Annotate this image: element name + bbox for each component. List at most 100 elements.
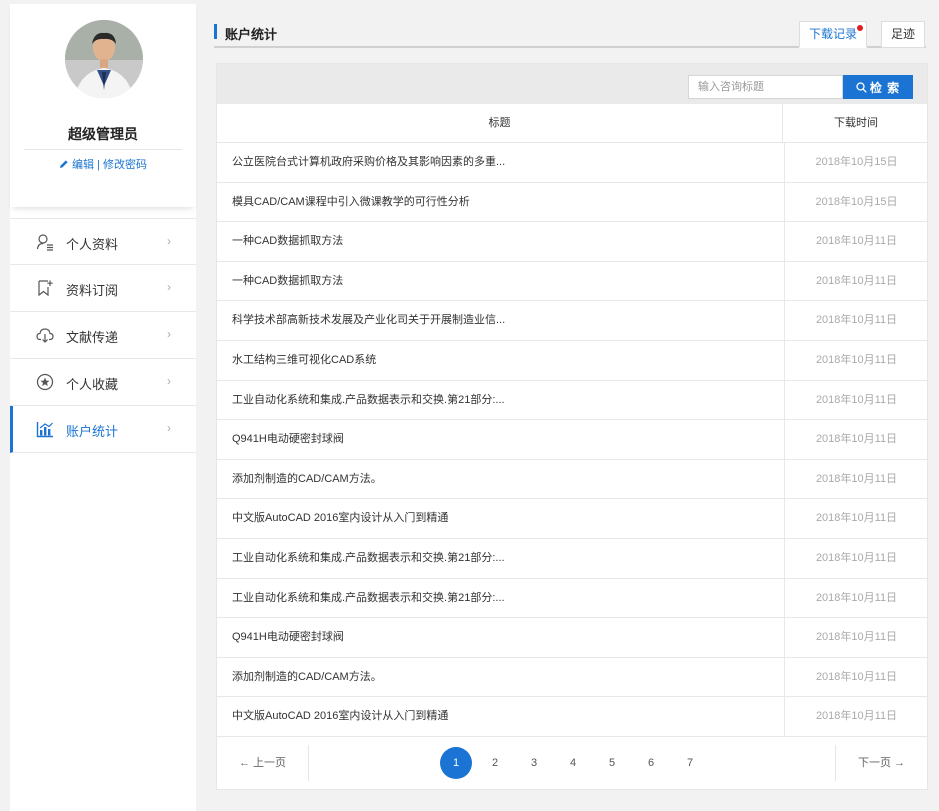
sidebar-item-label: 个人收藏 xyxy=(66,377,119,392)
table-row: 中文版AutoCAD 2016室内设计从入门到精通 2018年10月11日 xyxy=(217,697,927,737)
chevron-right-icon: › xyxy=(167,327,171,341)
sidebar-item-label: 个人资料 xyxy=(66,237,119,252)
bar-chart-icon xyxy=(36,422,53,438)
table-row: 一种CAD数据抓取方法 2018年10月11日 xyxy=(217,222,927,262)
table-header: 标题 下载时间 xyxy=(217,104,927,143)
row-title-link[interactable]: 水工结构三维可视化CAD系统 xyxy=(232,341,772,380)
sidebar-item-personal-info[interactable]: 个人资料 › xyxy=(10,218,196,265)
row-download-time: 2018年10月11日 xyxy=(784,538,928,578)
row-download-time: 2018年10月11日 xyxy=(784,380,928,420)
row-download-time: 2018年10月15日 xyxy=(784,182,928,222)
page-number-4[interactable]: 4 xyxy=(557,747,589,779)
row-title-link[interactable]: 工业自动化系统和集成.产品数据表示和交换.第21部分:... xyxy=(232,579,772,618)
avatar xyxy=(65,20,143,98)
table-row: 添加剂制造的CAD/CAM方法。 2018年10月11日 xyxy=(217,459,928,500)
column-header-download-time: 下载时间 xyxy=(834,117,878,129)
row-title-link[interactable]: 公立医院台式计算机政府采购价格及其影响因素的多重... xyxy=(232,143,772,182)
sidebar-item-account-stats[interactable]: 账户统计 › xyxy=(10,406,196,453)
page-number-7[interactable]: 7 xyxy=(674,747,706,779)
row-download-time: 2018年10月11日 xyxy=(784,261,928,301)
chevron-right-icon: › xyxy=(167,421,171,435)
edit-profile-link[interactable]: 编辑 xyxy=(59,159,94,171)
table-row: 添加剂制造的CAD/CAM方法。 2018年10月11日 xyxy=(217,657,927,698)
table-row: Q941H电动硬密封球阀 2018年10月11日 xyxy=(217,420,927,460)
row-title-link[interactable]: 中文版AutoCAD 2016室内设计从入门到精通 xyxy=(232,499,772,538)
chevron-right-icon: › xyxy=(167,280,171,294)
chevron-right-icon: › xyxy=(167,374,171,388)
next-page-button[interactable]: 下一页 → xyxy=(835,745,927,781)
table-row: 工业自动化系统和集成.产品数据表示和交换.第21部分:... 2018年10月11… xyxy=(217,380,928,421)
search-toolbar: 检 索 xyxy=(217,64,927,104)
page-number-1[interactable]: 1 xyxy=(440,747,472,779)
star-circle-icon xyxy=(36,373,54,391)
table-row: 模具CAD/CAM课程中引入微课教学的可行性分析 2018年10月15日 xyxy=(217,182,928,223)
row-title-link[interactable]: 添加剂制造的CAD/CAM方法。 xyxy=(232,658,772,697)
sidebar-item-label: 文献传递 xyxy=(66,330,119,345)
sidebar-item-document-delivery[interactable]: 文献传递 › xyxy=(10,312,196,359)
pagination: ← 上一页 1234567 下一页 → xyxy=(217,737,927,789)
row-download-time: 2018年10月11日 xyxy=(784,499,928,538)
cloud-download-icon xyxy=(36,328,54,343)
table-row: 工业自动化系统和集成.产品数据表示和交换.第21部分:... 2018年10月11… xyxy=(217,538,928,579)
sidebar-item-label: 账户统计 xyxy=(66,424,119,439)
profile-links: 编辑 | 修改密码 xyxy=(10,156,196,172)
row-title-link[interactable]: 一种CAD数据抓取方法 xyxy=(232,262,772,301)
row-title-link[interactable]: 科学技术部高新技术发展及产业化司关于开展制造业信... xyxy=(232,301,772,340)
profile-name: 超级管理员 xyxy=(68,126,138,142)
table-row: Q941H电动硬密封球阀 2018年10月11日 xyxy=(217,618,927,658)
row-download-time: 2018年10月15日 xyxy=(784,143,928,182)
page-number-3[interactable]: 3 xyxy=(518,747,550,779)
link-separator: | xyxy=(94,159,103,171)
sidebar-item-label: 资料订阅 xyxy=(66,283,119,298)
search-button-label: 检 索 xyxy=(869,80,901,95)
row-title-link[interactable]: 一种CAD数据抓取方法 xyxy=(232,222,772,261)
prev-page-button[interactable]: ← 上一页 xyxy=(217,745,309,781)
row-title-link[interactable]: Q941H电动硬密封球阀 xyxy=(232,420,772,459)
row-download-time: 2018年10月11日 xyxy=(784,697,928,736)
bookmark-plus-icon xyxy=(38,280,53,297)
sidebar: 超级管理员 编辑 | 修改密码 个人资料 › 资料订阅 › 文献传递 › 个人收… xyxy=(10,4,196,811)
page-number-5[interactable]: 5 xyxy=(596,747,628,779)
row-title-link[interactable]: 模具CAD/CAM课程中引入微课教学的可行性分析 xyxy=(232,183,772,222)
search-input[interactable] xyxy=(688,75,843,99)
row-title-link[interactable]: 添加剂制造的CAD/CAM方法。 xyxy=(232,460,772,499)
page-title: 账户统计 xyxy=(225,27,278,42)
tab-label: 足迹 xyxy=(891,27,916,41)
row-download-time: 2018年10月11日 xyxy=(784,618,928,657)
table-row: 一种CAD数据抓取方法 2018年10月11日 xyxy=(217,261,928,302)
tab-download-records[interactable]: 下载记录 xyxy=(799,21,868,48)
tab-footprints[interactable]: 足迹 xyxy=(881,21,926,48)
row-download-time: 2018年10月11日 xyxy=(784,301,928,340)
user-list-icon xyxy=(36,234,53,251)
notification-dot xyxy=(857,25,864,31)
chevron-right-icon: › xyxy=(167,234,171,248)
row-download-time: 2018年10月11日 xyxy=(784,459,928,499)
table-row: 科学技术部高新技术发展及产业化司关于开展制造业信... 2018年10月11日 xyxy=(217,301,927,341)
change-password-link[interactable]: 修改密码 xyxy=(103,159,147,171)
profile-divider xyxy=(24,149,182,150)
table-row: 中文版AutoCAD 2016室内设计从入门到精通 2018年10月11日 xyxy=(217,499,927,539)
row-title-link[interactable]: 中文版AutoCAD 2016室内设计从入门到精通 xyxy=(232,697,772,736)
page-number-2[interactable]: 2 xyxy=(479,747,511,779)
tab-label: 下载记录 xyxy=(809,27,858,41)
sidebar-item-favorites[interactable]: 个人收藏 › xyxy=(10,359,196,406)
page-number-6[interactable]: 6 xyxy=(635,747,667,779)
records-panel: 检 索 标题 下载时间 公立医院台式计算机政府采购价格及其影响因素的多重... 2… xyxy=(216,63,928,790)
pencil-icon xyxy=(60,160,68,168)
search-button[interactable]: 检 索 xyxy=(843,75,913,99)
sidebar-item-subscription[interactable]: 资料订阅 › xyxy=(10,265,196,312)
title-accent-bar xyxy=(214,24,217,39)
table-row: 公立医院台式计算机政府采购价格及其影响因素的多重... 2018年10月15日 xyxy=(217,143,927,183)
table-row: 工业自动化系统和集成.产品数据表示和交换.第21部分:... 2018年10月11… xyxy=(217,578,928,619)
table-body: 公立医院台式计算机政府采购价格及其影响因素的多重... 2018年10月15日 模具… xyxy=(217,143,927,737)
row-title-link[interactable]: 工业自动化系统和集成.产品数据表示和交换.第21部分:... xyxy=(232,539,772,578)
profile-card: 超级管理员 编辑 | 修改密码 xyxy=(10,4,196,207)
row-title-link[interactable]: Q941H电动硬密封球阀 xyxy=(232,618,772,657)
row-title-link[interactable]: 工业自动化系统和集成.产品数据表示和交换.第21部分:... xyxy=(232,381,772,420)
table-row: 水工结构三维可视化CAD系统 2018年10月11日 xyxy=(217,340,928,381)
row-download-time: 2018年10月11日 xyxy=(784,340,928,380)
search-icon xyxy=(856,81,867,93)
row-download-time: 2018年10月11日 xyxy=(784,578,928,618)
row-download-time: 2018年10月11日 xyxy=(784,420,928,459)
column-header-title: 标题 xyxy=(217,104,783,143)
